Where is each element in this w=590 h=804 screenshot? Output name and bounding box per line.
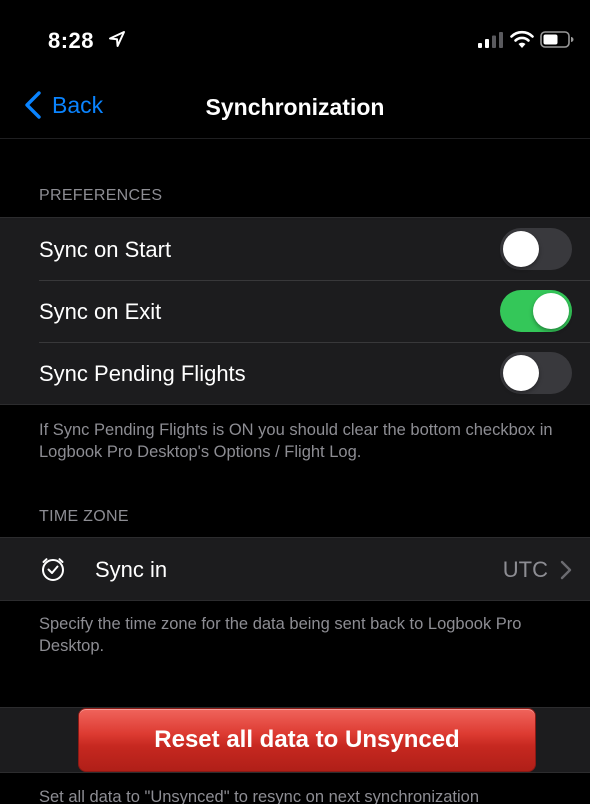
time-zone-group: Sync in UTC: [0, 537, 590, 601]
sync-in-value: UTC: [502, 557, 548, 582]
sync-on-exit-toggle[interactable]: [500, 290, 572, 332]
time-zone-footer: Specify the time zone for the data being…: [39, 615, 522, 655]
wifi-icon: [510, 30, 534, 48]
sync-in-value-wrap: UTC: [503, 557, 572, 583]
reset-all-data-button[interactable]: Reset all data to Unsynced: [78, 708, 536, 772]
battery-icon: [540, 31, 574, 48]
sync-in-row[interactable]: Sync in UTC: [0, 538, 590, 600]
sync-on-exit-label: Sync on Exit: [39, 299, 162, 324]
location-arrow-icon: [109, 31, 125, 47]
sync-settings-screen: 8:28 Back Synchronization PREFERENCES Sy…: [0, 0, 590, 804]
chevron-right-icon: [560, 560, 572, 580]
cellular-signal-icon: [478, 32, 503, 48]
status-time: 8:28: [48, 28, 95, 53]
sync-pending-flights-row: Sync Pending Flights: [0, 342, 590, 404]
clock-icon: [42, 558, 64, 581]
reset-footer: Set all data to "Unsynced" to resync on …: [39, 788, 480, 804]
reset-group: Reset all data to Unsynced: [0, 707, 590, 773]
sync-on-exit-row: Sync on Exit: [0, 280, 590, 342]
preferences-footer: If Sync Pending Flights is ON you should…: [39, 421, 553, 461]
status-bar: 8:28: [0, 0, 590, 70]
toggle-knob: [503, 231, 539, 267]
sync-pending-flights-label: Sync Pending Flights: [39, 361, 246, 386]
sync-in-label: Sync in: [95, 557, 168, 582]
sync-on-start-row: Sync on Start: [0, 218, 590, 280]
page-title: Synchronization: [205, 94, 385, 120]
sync-on-start-toggle[interactable]: [500, 228, 572, 270]
preferences-group: Sync on Start Sync on Exit Sync Pending …: [0, 217, 590, 405]
toggle-knob: [533, 293, 569, 329]
navigation-bar: Back Synchronization: [0, 70, 590, 139]
sync-on-start-label: Sync on Start: [39, 237, 172, 262]
toggle-knob: [503, 355, 539, 391]
time-zone-header: TIME ZONE: [39, 508, 129, 525]
sync-pending-flights-toggle[interactable]: [500, 352, 572, 394]
preferences-header: PREFERENCES: [39, 187, 163, 204]
